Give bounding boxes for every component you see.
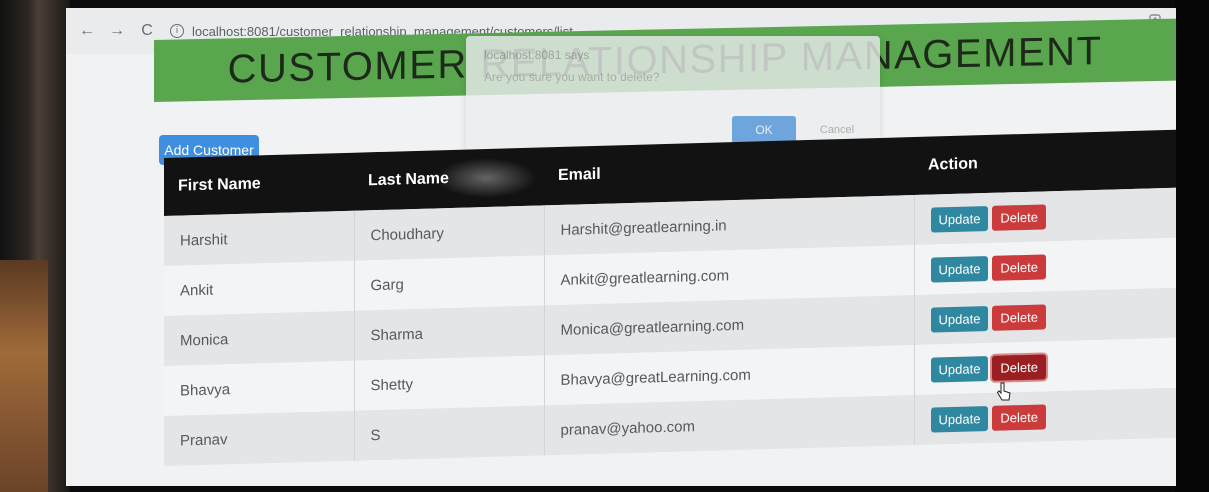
cell-email: pranav@yahoo.com [544,395,914,456]
dialog-message: Are you sure you want to delete? [484,70,660,84]
column-header-first-name: First Name [178,175,261,195]
delete-button[interactable]: Delete [992,253,1046,281]
cell-action: Update Delete [914,238,1176,295]
cell-action: Update Delete [914,188,1176,245]
cell-last-name: Sharma [354,305,544,361]
column-header-email: Email [558,165,601,184]
cell-action: Update Delete [914,338,1176,395]
reload-icon[interactable]: C [138,22,156,40]
column-header-last-name: Last Name [368,170,449,190]
cell-last-name: S [354,405,544,461]
column-header-action: Action [928,155,978,174]
dialog-origin-text: localhost:8081 says [484,48,590,62]
delete-button[interactable]: Delete [992,353,1046,381]
customer-table: First Name Last Name Email Action Harshi… [164,129,1176,466]
cell-first-name: Harshit [164,210,354,266]
cell-action: Update Delete [914,388,1176,445]
delete-button[interactable]: Delete [992,203,1046,231]
delete-button[interactable]: Delete [992,403,1046,431]
cell-last-name: Shetty [354,355,544,411]
cell-action: Update Delete [914,288,1176,345]
cell-first-name: Pranav [164,410,354,466]
cell-first-name: Ankit [164,260,354,316]
update-button[interactable]: Update [930,305,989,333]
back-icon[interactable]: ← [78,22,96,40]
info-icon[interactable]: i [170,24,184,38]
forward-icon[interactable]: → [108,22,126,40]
customer-table-wrapper: First Name Last Name Email Action Harshi… [164,129,1176,470]
update-button[interactable]: Update [930,405,989,433]
desk-background [0,260,48,492]
update-button[interactable]: Update [930,255,989,283]
browser-window: ← → C i localhost:8081/customer_relation… [66,8,1176,486]
cell-last-name: Choudhary [354,205,544,261]
update-button[interactable]: Update [930,205,989,233]
cell-first-name: Monica [164,310,354,366]
delete-button[interactable]: Delete [992,303,1046,331]
monitor-bezel-right [1175,0,1209,492]
cell-last-name: Garg [354,255,544,311]
hand-cursor-icon [996,382,1011,401]
cell-first-name: Bhavya [164,360,354,416]
update-button[interactable]: Update [930,355,989,383]
